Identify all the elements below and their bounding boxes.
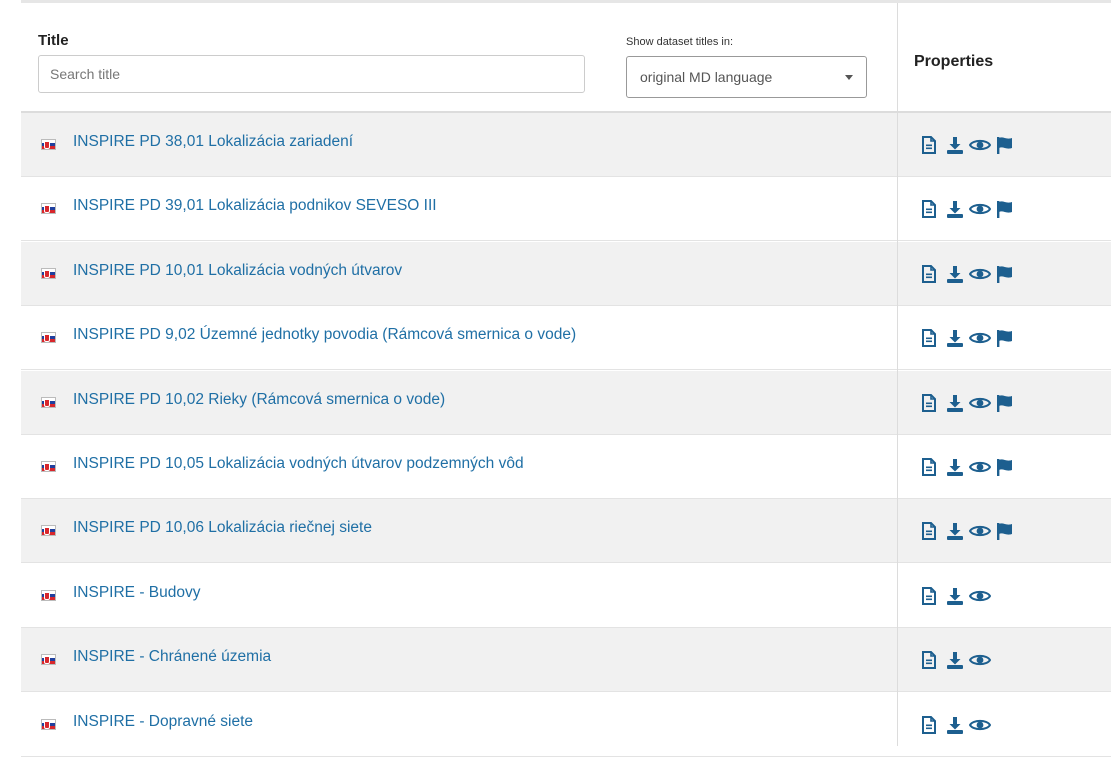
slovak-flag-icon (41, 461, 56, 472)
language-select-label: Show dataset titles in: (626, 36, 734, 48)
title-column-label: Title (38, 32, 69, 49)
slovak-flag-icon (41, 267, 56, 279)
document-icon[interactable] (921, 715, 939, 734)
caret-down-icon (845, 75, 853, 80)
document-icon[interactable] (921, 136, 939, 154)
flag-icon[interactable] (996, 458, 1014, 476)
eye-icon[interactable] (969, 329, 991, 347)
dataset-title-link[interactable]: INSPIRE PD 10,05 Lokalizácia vodných útv… (73, 455, 524, 473)
slovak-flag-icon (41, 589, 56, 601)
flag-icon[interactable] (996, 136, 1014, 154)
document-icon[interactable] (921, 393, 939, 412)
dataset-title-link[interactable]: INSPIRE PD 10,06 Lokalizácia riečnej sie… (73, 519, 372, 537)
eye-icon[interactable] (969, 136, 991, 154)
dataset-title-link[interactable]: INSPIRE - Dopravné siete (73, 713, 253, 731)
table-row: INSPIRE - Budovy (21, 563, 1111, 628)
download-icon[interactable] (946, 651, 964, 670)
dataset-title-link[interactable]: INSPIRE - Budovy (73, 584, 201, 602)
eye-icon[interactable] (969, 587, 991, 605)
flag-icon[interactable] (996, 329, 1014, 348)
dataset-title-link[interactable]: INSPIRE PD 10,02 Rieky (Rámcová smernica… (73, 391, 445, 409)
download-icon[interactable] (946, 394, 964, 412)
language-select[interactable]: original MD language (626, 56, 867, 98)
table-row: INSPIRE PD 39,01 Lokalizácia podnikov SE… (21, 177, 1111, 242)
search-title-input[interactable] (38, 55, 585, 93)
flag-icon[interactable] (996, 522, 1014, 541)
slovak-flag-icon (41, 525, 56, 537)
table-row: INSPIRE PD 9,02 Územné jednotky povodia … (21, 306, 1111, 371)
download-icon[interactable] (946, 458, 964, 476)
slovak-flag-icon (41, 203, 56, 215)
eye-icon[interactable] (969, 200, 991, 218)
dataset-title-link[interactable]: INSPIRE PD 9,02 Územné jednotky povodia … (73, 326, 576, 344)
slovak-flag-icon (41, 396, 56, 408)
document-icon[interactable] (921, 458, 939, 476)
download-icon[interactable] (946, 716, 964, 734)
flag-icon[interactable] (996, 394, 1014, 412)
properties-column-label: Properties (914, 53, 994, 70)
eye-icon[interactable] (969, 394, 991, 412)
flag-icon[interactable] (996, 265, 1014, 283)
document-icon[interactable] (921, 200, 939, 219)
table-header: Title Show dataset titles in: original M… (21, 3, 1111, 113)
document-icon[interactable] (921, 522, 939, 541)
eye-icon[interactable] (969, 265, 991, 283)
download-icon[interactable] (946, 329, 964, 348)
download-icon[interactable] (946, 587, 964, 605)
table-row: INSPIRE PD 10,05 Lokalizácia vodných útv… (21, 435, 1111, 499)
dataset-title-link[interactable]: INSPIRE - Chránené územia (73, 648, 271, 666)
download-icon[interactable] (946, 265, 964, 283)
table-row: INSPIRE - Chránené územia (21, 628, 1111, 693)
table-row: INSPIRE PD 38,01 Lokalizácia zariadení (21, 113, 1111, 177)
document-icon[interactable] (921, 586, 939, 605)
dataset-title-link[interactable]: INSPIRE PD 39,01 Lokalizácia podnikov SE… (73, 197, 437, 215)
dataset-title-link[interactable]: INSPIRE PD 10,01 Lokalizácia vodných útv… (73, 262, 402, 280)
column-divider (897, 3, 898, 746)
language-select-value: original MD language (640, 69, 773, 85)
download-icon[interactable] (946, 136, 964, 154)
slovak-flag-icon (41, 654, 56, 666)
eye-icon[interactable] (969, 458, 991, 476)
table-row: INSPIRE PD 10,06 Lokalizácia riečnej sie… (21, 499, 1111, 564)
download-icon[interactable] (946, 522, 964, 541)
dataset-title-link[interactable]: INSPIRE PD 38,01 Lokalizácia zariadení (73, 133, 353, 151)
dataset-table: Title Show dataset titles in: original M… (21, 0, 1111, 757)
document-icon[interactable] (921, 264, 939, 283)
table-row: INSPIRE PD 10,01 Lokalizácia vodných útv… (21, 241, 1111, 306)
table-row: INSPIRE PD 10,02 Rieky (Rámcová smernica… (21, 370, 1111, 435)
slovak-flag-icon (41, 718, 56, 730)
eye-icon[interactable] (969, 651, 991, 669)
slovak-flag-icon (41, 139, 56, 150)
table-row: INSPIRE - Dopravné siete (21, 692, 1111, 757)
slovak-flag-icon (41, 332, 56, 344)
document-icon[interactable] (921, 651, 939, 670)
flag-icon[interactable] (996, 200, 1014, 219)
document-icon[interactable] (921, 329, 939, 348)
eye-icon[interactable] (969, 522, 991, 540)
eye-icon[interactable] (969, 716, 991, 734)
download-icon[interactable] (946, 200, 964, 219)
